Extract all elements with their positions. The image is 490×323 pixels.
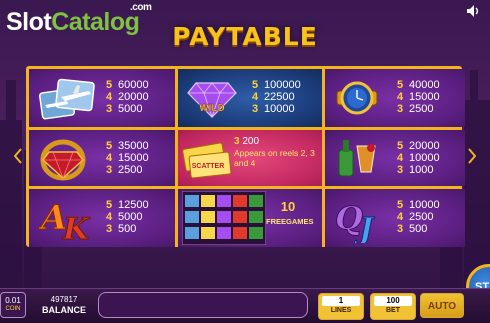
watch-pays: 5 40000 4 15000 3 2500 — [397, 79, 440, 115]
wild-label: WILD — [199, 103, 225, 114]
auto-play-button[interactable]: AUTO — [420, 293, 464, 318]
pay-row: 4 15000 — [397, 91, 440, 103]
lines-value: 1 — [322, 296, 360, 306]
pay-row: 4 20000 — [106, 91, 149, 103]
queen-jack-pays: 5 10000 4 2500 3 500 — [397, 199, 440, 235]
ace-king-icon: A K — [38, 198, 92, 244]
symbol-cell-scatter: SCATTER 3 200 Appears on reels 2, 3 and … — [178, 130, 322, 186]
scatter-note: Appears on reels 2, 3 and 4 — [234, 148, 315, 168]
message-panel — [98, 292, 308, 318]
ruby-ring-pays: 5 35000 4 15000 3 2500 — [106, 140, 149, 176]
ruby-ring-icon — [40, 139, 86, 181]
pay-row: 5 100000 — [252, 79, 301, 91]
pay-row: 5 60000 — [106, 79, 149, 91]
lines-label: LINES — [330, 307, 352, 314]
pay-row: 4 5000 — [106, 211, 143, 223]
pay-row: 3 2500 — [106, 164, 143, 176]
speaker-icon[interactable] — [466, 4, 482, 18]
pay-row: 3 200 — [234, 136, 260, 147]
pay-row: 5 10000 — [397, 199, 440, 211]
queen-jack-icon: Q J — [335, 199, 376, 244]
bet-label: BET — [386, 307, 400, 314]
symbol-cell-drinks: 5 20000 4 10000 3 1000 — [325, 130, 465, 186]
pay-row: 4 10000 — [397, 152, 440, 164]
pay-row: 3 10000 — [252, 103, 295, 115]
next-page-arrow-icon[interactable] — [468, 148, 476, 164]
symbol-cell-queen-jack: Q J 5 10000 4 2500 3 500 — [325, 189, 465, 247]
jet-pays: 5 60000 4 20000 3 5000 — [106, 79, 149, 115]
symbol-cell-jet: 5 60000 4 20000 3 5000 — [29, 69, 175, 127]
symbol-cell-freegames: 10 FREEGAMES — [178, 189, 322, 247]
drinks-pays: 5 20000 4 10000 3 1000 — [397, 140, 440, 176]
symbol-cell-ruby-ring: 5 35000 4 15000 3 2500 — [29, 130, 175, 186]
svg-text:K: K — [62, 212, 91, 243]
pay-row: 3 5000 — [106, 103, 143, 115]
brand-com-text: .com — [130, 2, 152, 13]
scatter-ticket-icon: SCATTER — [182, 142, 232, 179]
paytable-board: 5 60000 4 20000 3 5000 WILD 5 100000 4 22500 … — [26, 66, 465, 247]
coin-value: 0.01 — [5, 296, 21, 305]
watch-icon — [336, 81, 378, 115]
ace-king-pays: 5 12500 4 5000 3 500 — [106, 199, 149, 235]
pay-row: 4 22500 — [252, 91, 295, 103]
bet-value: 100 — [374, 296, 412, 306]
lines-selector[interactable]: 1 LINES — [318, 293, 364, 320]
game-stage: SlotCatalog .com PAYTABLE 5 60000 4 20000 — [0, 0, 490, 323]
scatter-info: 3 200 Appears on reels 2, 3 and 4 — [234, 136, 322, 168]
pay-row: 3 500 — [106, 223, 137, 235]
previous-page-arrow-icon[interactable] — [14, 148, 22, 164]
mini-reels-icon — [182, 191, 266, 245]
freegames-label: FREEGAMES — [266, 217, 314, 226]
scatter-label: SCATTER — [192, 163, 225, 170]
drinks-icon — [338, 140, 376, 177]
pay-row: 5 40000 — [397, 79, 440, 91]
symbol-cell-wild: WILD 5 100000 4 22500 3 10000 — [178, 69, 322, 127]
symbol-cell-ace-king: A K 5 12500 4 5000 3 500 — [29, 189, 175, 247]
pay-row: 5 12500 — [106, 199, 149, 211]
control-bar: 0.01 COIN 497817 BALANCE 1 LINES 100 BET… — [0, 288, 490, 323]
jet-icon — [38, 78, 95, 120]
pay-row: 3 2500 — [397, 103, 434, 115]
pay-row: 4 15000 — [106, 152, 149, 164]
paytable-title: PAYTABLE — [172, 22, 318, 51]
wild-diamond-icon: WILD — [187, 82, 237, 119]
freegames-info: 10 FREEGAMES — [266, 199, 314, 226]
wild-pays: 5 100000 4 22500 3 10000 — [252, 79, 301, 115]
pay-row: 3 500 — [397, 223, 428, 235]
balance-display: 497817 BALANCE — [34, 293, 94, 319]
balance-label: BALANCE — [42, 305, 86, 315]
coin-value-selector[interactable]: 0.01 COIN — [0, 292, 26, 318]
coin-label: COIN — [5, 306, 21, 312]
symbol-cell-watch: 5 40000 4 15000 3 2500 — [325, 69, 465, 127]
pay-row: 5 20000 — [397, 140, 440, 152]
pay-row: 3 1000 — [397, 164, 434, 176]
pay-row: 5 35000 — [106, 140, 149, 152]
pay-row: 4 2500 — [397, 211, 434, 223]
balance-value: 497817 — [50, 295, 78, 304]
bet-selector[interactable]: 100 BET — [370, 293, 416, 320]
freegames-count: 10 — [280, 199, 296, 214]
